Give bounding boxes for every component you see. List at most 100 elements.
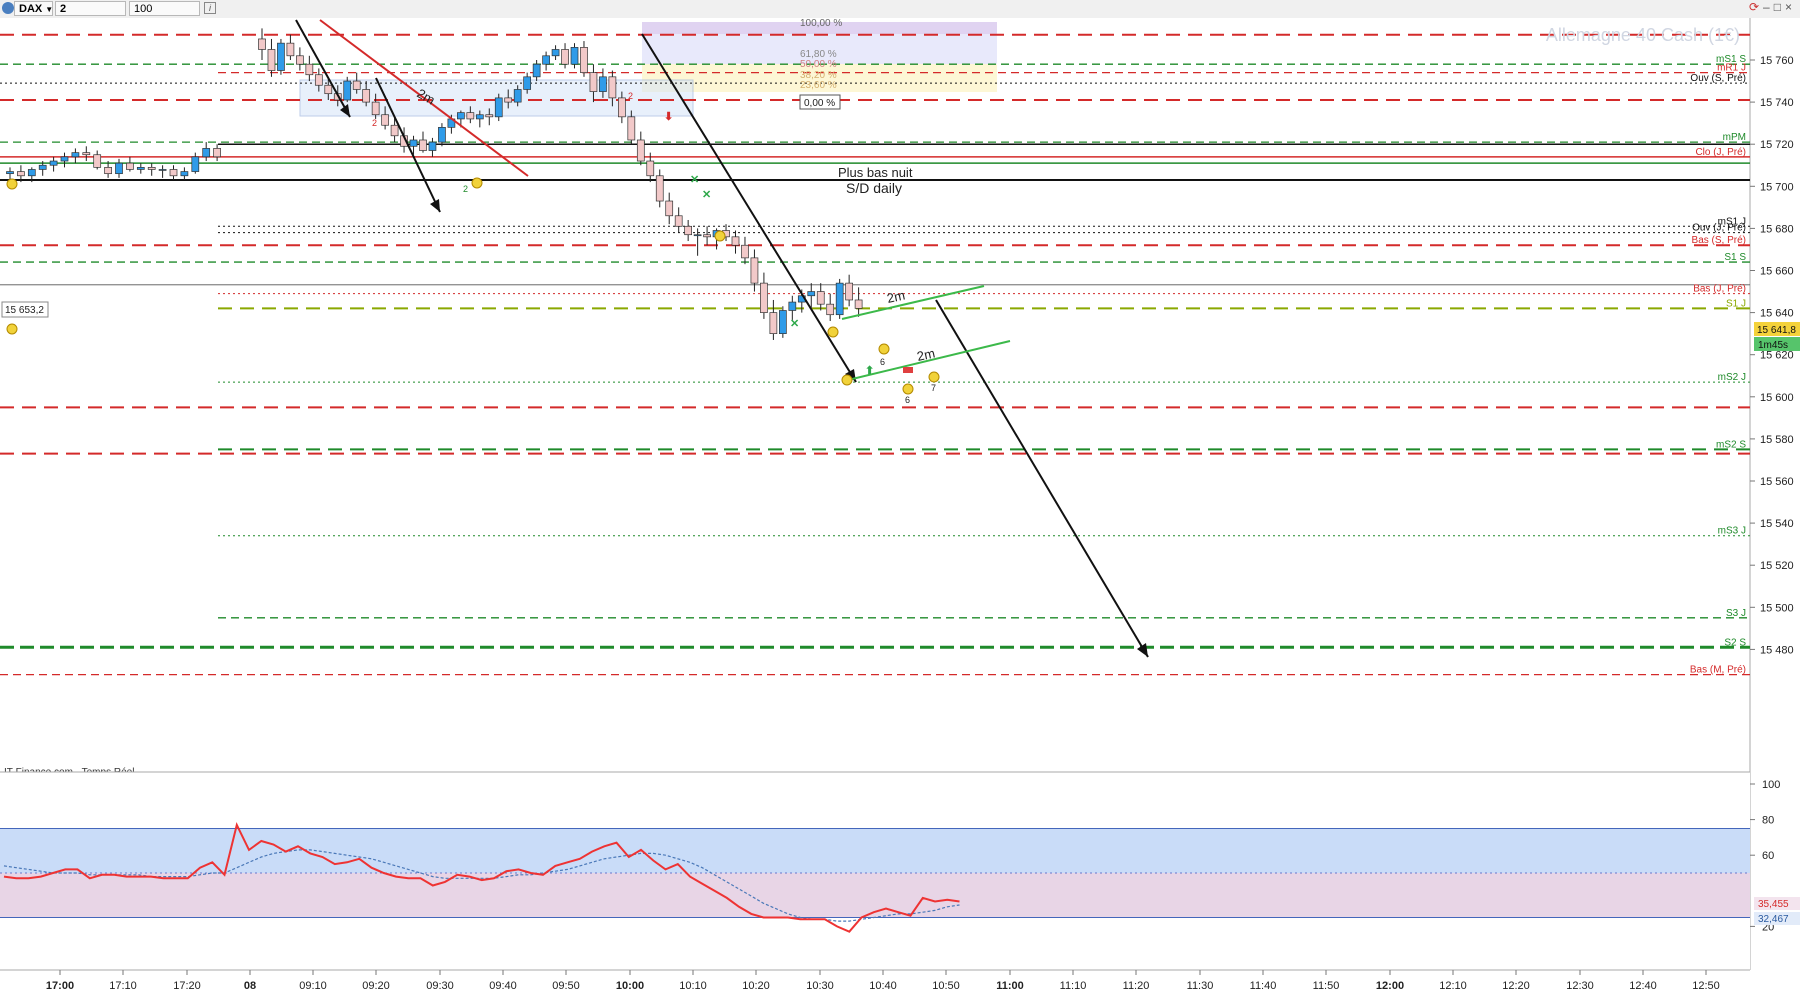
level-label: mR1 J [1717, 63, 1746, 74]
time-axis-bg [0, 970, 1800, 995]
level-label: Bas (S, Pré) [1692, 235, 1746, 246]
rsi-tick-label: 80 [1762, 815, 1774, 827]
units-selector[interactable]: 100 unités▼ [129, 1, 200, 30]
time-tick-label: 10:30 [806, 980, 834, 992]
time-tick-label: 10:20 [742, 980, 770, 992]
price-tick-label: 15 600 [1760, 392, 1794, 404]
sell-marker-icon [903, 367, 913, 373]
level-label: S2 S [1724, 637, 1746, 648]
time-tick-label: 11:50 [1313, 980, 1340, 992]
alert-bell-icon[interactable] [902, 383, 914, 395]
level-label: mPM [1723, 132, 1746, 143]
time-tick-label: 09:50 [552, 980, 580, 992]
timeframe-selector[interactable]: 2 minutes▼ [55, 1, 126, 30]
candle-bear [324, 84, 333, 95]
candle-bear [854, 299, 863, 309]
level-label: Clo (J, Pré) [1695, 147, 1746, 158]
close-icon[interactable]: × [1785, 0, 1796, 14]
time-tick-label: 12:50 [1692, 980, 1720, 992]
candle-bull [202, 148, 211, 158]
cross-marker-icon: ✕ [790, 318, 799, 330]
alert-bell-icon[interactable] [827, 326, 839, 338]
candle-bull [49, 160, 58, 166]
time-tick-label: 12:30 [1566, 980, 1594, 992]
time-axis: 17:00 17:10 17:20 08 09:10 09:20 09:30 09:40 09:… [0, 969, 1800, 995]
candle-bull [542, 55, 550, 65]
annotation-plus-bas-nuit: Plus bas nuit [838, 165, 913, 180]
price-tick-label: 15 660 [1760, 266, 1794, 278]
symbol-selector[interactable]: DAX ▼ [14, 1, 53, 16]
candle-bear [750, 257, 759, 284]
alert-bell-icon[interactable] [471, 177, 483, 189]
minimize-icon[interactable]: – [1763, 0, 1774, 14]
candle-bull [532, 63, 541, 78]
candle-bull [343, 80, 352, 101]
alert-bell-icon[interactable] [714, 230, 726, 242]
candle-bull [409, 139, 418, 147]
time-tick-label: 09:10 [299, 980, 327, 992]
candle-bear [314, 74, 323, 86]
candle-bear [816, 291, 825, 305]
candle-bear [419, 139, 427, 151]
price-panel-bg [0, 18, 1750, 772]
candle-bull [788, 301, 797, 311]
candle-bull [835, 282, 844, 316]
price-tick-label: 15 540 [1760, 518, 1794, 530]
level-label: Bas (J, Pré) [1693, 284, 1746, 295]
cross-marker-icon: ✕ [690, 174, 699, 186]
candle-bear [466, 112, 475, 120]
candle-bull [115, 162, 123, 175]
candle-bull [136, 167, 145, 170]
window-controls: ⟳–□× [1749, 0, 1796, 14]
candle-bear [147, 167, 156, 170]
time-tick-label: 10:00 [616, 980, 644, 992]
time-tick-label: 09:20 [362, 980, 390, 992]
candle-bull [523, 76, 532, 90]
time-tick-label: 11:20 [1123, 980, 1150, 992]
price-chart[interactable]: mS1 SmR1 JOuv (S, Pré)mPMClo (J, Pré)mS1… [0, 18, 1800, 995]
candle-bull [475, 114, 484, 120]
alert-bell-icon[interactable] [928, 371, 940, 383]
rsi-panel: 100806020 35,455 32,467 [0, 771, 1800, 970]
candle-bull [27, 169, 36, 177]
current-price-label: 15 641,8 [1757, 325, 1796, 336]
candle-bull [6, 171, 14, 175]
price-tick-label: 15 720 [1760, 139, 1794, 151]
price-tick-label: 15 680 [1760, 223, 1794, 235]
candle-bear [371, 101, 380, 116]
fibo-label-236: 23,60 % [800, 80, 837, 91]
time-tick-label: 10:40 [869, 980, 897, 992]
candle-bear [381, 114, 389, 126]
level-label: S3 J [1726, 608, 1746, 619]
alert-bell-icon[interactable] [878, 343, 890, 355]
maximize-icon[interactable]: □ [1774, 0, 1785, 14]
app-logo-icon[interactable] [2, 2, 14, 14]
info-icon[interactable]: i [204, 2, 216, 14]
cross-marker-icon: ✕ [702, 189, 711, 201]
candle-bear [258, 38, 266, 50]
toolbar: DAX▼ 2 minutes▼ 100 unités▼ i ⟳–□× [0, 0, 1800, 30]
countdown-label: 1m45s [1758, 340, 1788, 351]
candle-bull [693, 234, 702, 237]
candle-bear [93, 154, 102, 168]
chevron-down-icon: ▼ [45, 5, 54, 14]
signal-marker: 2 [628, 91, 633, 101]
candle-bear [267, 49, 276, 71]
signal-marker: 6 [880, 357, 885, 367]
time-tick-label: 12:20 [1502, 980, 1530, 992]
candle-bear [104, 167, 112, 175]
candle-bear [826, 303, 835, 316]
alert-bell-icon[interactable] [841, 374, 853, 386]
rsi-upper-zone [0, 828, 1750, 873]
alert-bell-icon[interactable] [6, 178, 18, 190]
candle-bear [636, 139, 645, 162]
alert-bell-icon[interactable] [6, 323, 18, 335]
candle-bull [494, 97, 503, 118]
candle-bull [513, 89, 522, 103]
candle-bear [169, 169, 178, 177]
price-tick-label: 15 760 [1760, 55, 1794, 67]
time-tick-label: 10:50 [932, 980, 960, 992]
refresh-icon[interactable]: ⟳ [1749, 0, 1763, 14]
fibo-label-500: 50,00 % [800, 59, 837, 70]
candle-bull [71, 152, 80, 158]
